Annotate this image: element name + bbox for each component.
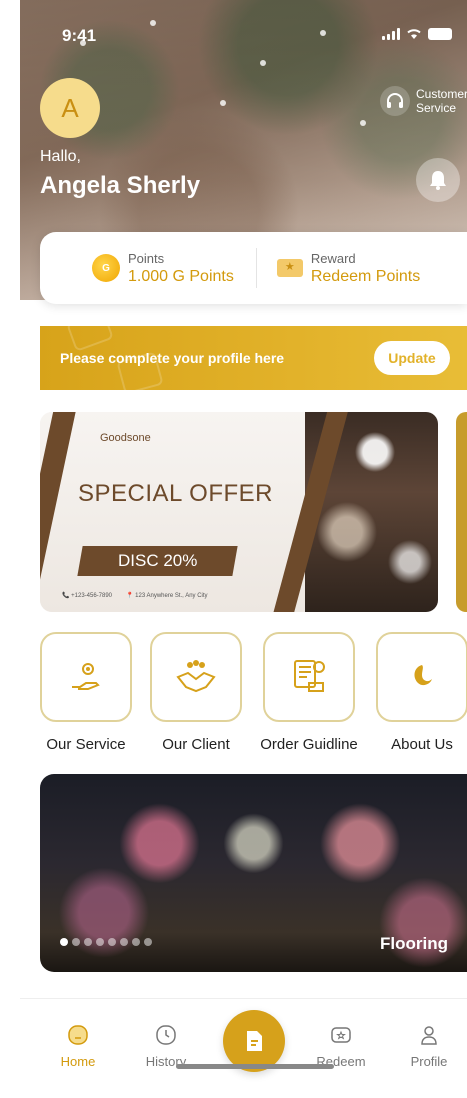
tab-label: Profile <box>410 1054 448 1069</box>
customer-service-label: Customer Service <box>416 87 467 115</box>
wifi-icon <box>407 29 421 39</box>
status-icons <box>382 28 452 40</box>
menu-our-client[interactable]: Our Client <box>150 632 242 753</box>
carousel-dot[interactable] <box>108 938 116 946</box>
tab-home[interactable]: Home <box>43 1022 113 1069</box>
document-icon <box>247 1031 262 1051</box>
menu-order-guidline[interactable]: Order Guidline <box>260 632 358 753</box>
carousel-dot[interactable] <box>144 938 152 946</box>
carousel-dot[interactable] <box>120 938 128 946</box>
order-fab-button[interactable] <box>223 1010 285 1072</box>
service-hand-gear-icon <box>72 663 100 690</box>
notification-button[interactable] <box>416 158 460 202</box>
home-icon <box>68 1025 88 1045</box>
ticket-icon <box>276 259 303 277</box>
points-label: Points <box>128 250 165 266</box>
promo-address: 123 Anywhere St., Any City <box>135 593 208 599</box>
home-indicator <box>176 1064 334 1069</box>
order-truck-icon <box>294 660 325 692</box>
redeem-icon <box>331 1027 351 1043</box>
phone-icon: 📞 +123-456-7890 <box>62 593 113 599</box>
goodsone-logo-icon <box>414 665 432 686</box>
promo-discount-text: DISC 20% <box>117 551 198 570</box>
user-name: Angela Sherly <box>40 172 201 199</box>
reward-label: Reward <box>310 250 356 266</box>
menu-label: Order Guidline <box>260 736 358 753</box>
menu-label: Our Client <box>162 736 230 753</box>
headset-icon <box>380 86 410 116</box>
carousel-dot[interactable] <box>132 938 140 946</box>
menu-label: Our Service <box>46 736 126 753</box>
tab-history[interactable]: History <box>131 1022 201 1069</box>
carousel-dot-active[interactable] <box>60 938 68 946</box>
promo-contact: 📞 +123-456-7890 📍 123 Anywhere St., Any … <box>62 592 208 599</box>
carousel-dots[interactable] <box>60 938 152 946</box>
tab-redeem[interactable]: Redeem <box>306 1022 376 1069</box>
clock-icon <box>156 1025 176 1045</box>
promo-phone: +123-456-7890 <box>71 593 113 599</box>
update-button[interactable]: Update <box>374 341 450 375</box>
tab-profile[interactable]: Profile <box>394 1022 464 1069</box>
points-block[interactable]: G Points 1.000 G Points <box>92 251 234 286</box>
avatar[interactable]: A <box>40 78 100 138</box>
handshake-icon <box>176 660 216 693</box>
signal-icon <box>382 28 400 40</box>
carousel-dot[interactable] <box>84 938 92 946</box>
promo-brand: Goodsone <box>100 432 151 444</box>
complete-profile-message: Please complete your profile here <box>60 350 285 366</box>
profile-icon <box>421 1026 437 1045</box>
location-icon: 📍 123 Anywhere St., Any City <box>126 593 208 599</box>
reward-value: Redeem Points <box>310 267 421 285</box>
points-divider <box>255 248 257 288</box>
menu-label: About Us <box>391 736 453 753</box>
points-value: 1.000 G Points <box>128 267 234 285</box>
carousel-dot[interactable] <box>96 938 104 946</box>
customer-service-button[interactable]: Customer Service <box>380 86 467 116</box>
next-promo-peek[interactable] <box>456 412 467 612</box>
coin-icon: G <box>92 254 120 282</box>
menu-our-service[interactable]: Our Service <box>40 632 132 753</box>
gallery-caption: Flooring <box>380 934 448 953</box>
status-time: 9:41 <box>62 26 97 45</box>
promo-title: SPECIAL OFFER <box>78 480 273 507</box>
reward-block[interactable]: Reward Redeem Points <box>276 250 421 286</box>
points-card: G Points 1.000 G Points Reward Redeem Po… <box>40 232 467 304</box>
carousel-dot[interactable] <box>72 938 80 946</box>
tab-label: Home <box>60 1054 96 1069</box>
promo-discount: DISC 20% <box>77 546 238 576</box>
battery-icon <box>428 28 452 40</box>
menu-about-us[interactable]: About Us <box>376 632 467 753</box>
greeting: Hallo, <box>40 148 81 165</box>
bell-icon <box>430 171 446 190</box>
